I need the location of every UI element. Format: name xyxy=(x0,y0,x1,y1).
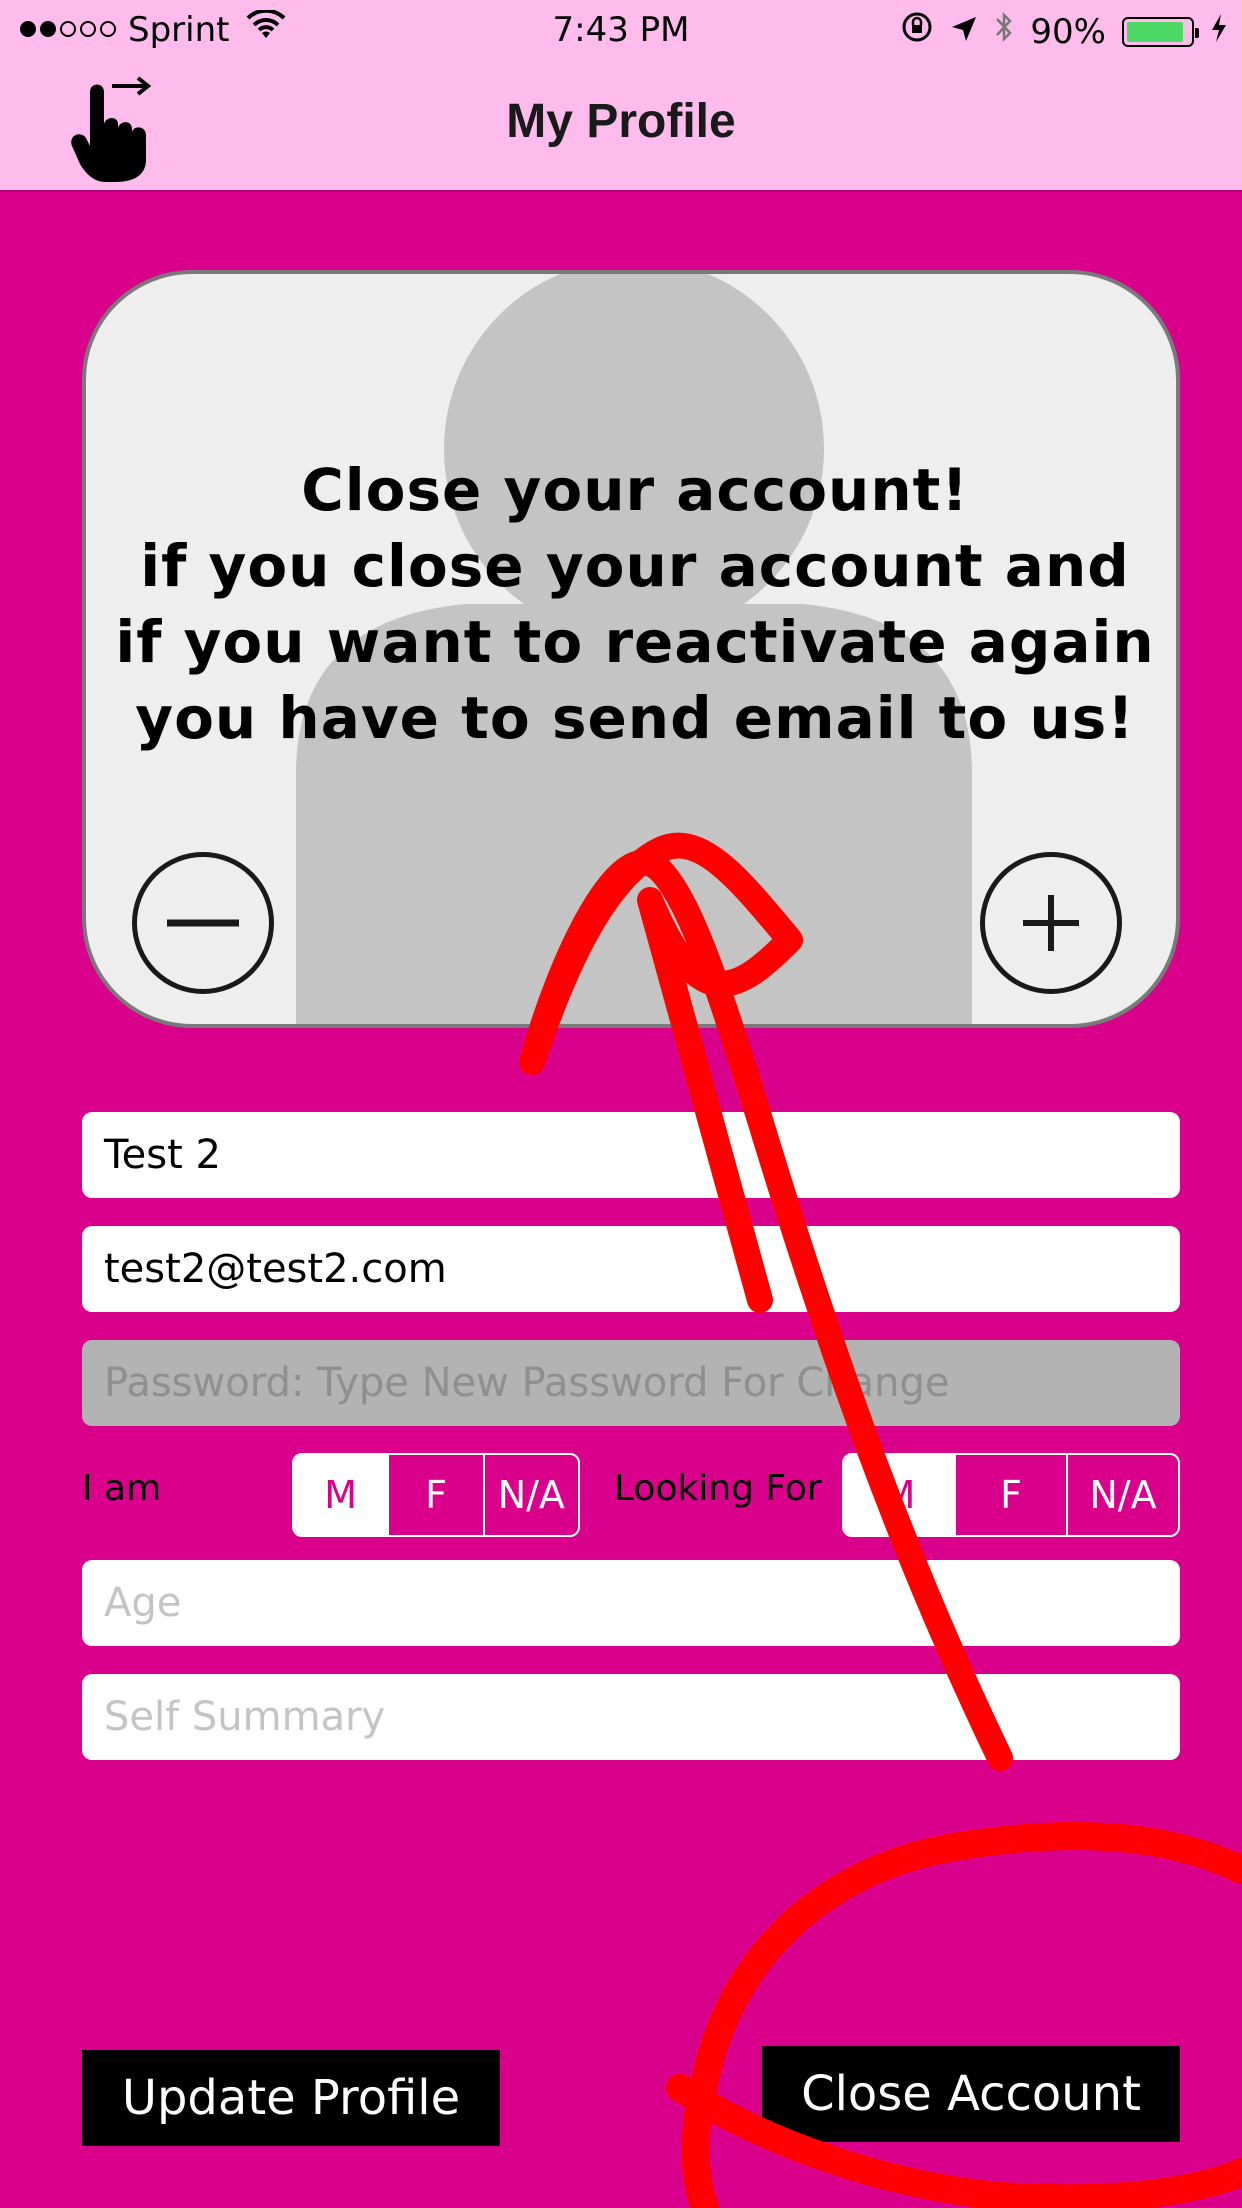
bluetooth-icon xyxy=(994,10,1014,53)
location-arrow-icon xyxy=(950,12,978,52)
rotation-lock-icon xyxy=(900,10,934,53)
looking-for-label: Looking For xyxy=(614,1468,822,1509)
looking-option-m[interactable]: M xyxy=(844,1455,954,1535)
battery-level xyxy=(1127,21,1183,42)
update-profile-button[interactable]: Update Profile xyxy=(82,2050,500,2146)
nav-bar: My Profile xyxy=(0,62,1242,192)
name-field[interactable]: Test 2 xyxy=(82,1112,1180,1198)
close-account-button[interactable]: Close Account xyxy=(762,2046,1180,2142)
looking-for-segmented-control[interactable]: M F N/A xyxy=(842,1453,1180,1537)
charging-bolt-icon xyxy=(1210,12,1228,52)
annotation-circle xyxy=(666,1822,1242,2208)
notice-line: if you close your account and xyxy=(140,532,1130,600)
iam-segmented-control[interactable]: M F N/A xyxy=(292,1453,580,1537)
minus-icon xyxy=(167,919,239,927)
email-field[interactable]: test2@test2.com xyxy=(82,1226,1180,1312)
password-field[interactable]: Password: Type New Password For Change xyxy=(82,1340,1180,1426)
looking-option-na[interactable]: N/A xyxy=(1066,1455,1178,1535)
age-field[interactable]: Age xyxy=(82,1560,1180,1646)
iam-option-na[interactable]: N/A xyxy=(482,1455,578,1535)
notice-line: you have to send email to us! xyxy=(135,684,1135,752)
notice-line: if you want to reactivate again xyxy=(115,608,1155,676)
notice-line: Close your account! xyxy=(301,456,969,524)
status-bar: Sprint 7:43 PM 90% xyxy=(0,0,1242,62)
looking-option-f[interactable]: F xyxy=(954,1455,1066,1535)
status-right: 90% xyxy=(900,10,1228,53)
iam-label: I am xyxy=(82,1468,162,1509)
close-account-notice: Close your account! if you close your ac… xyxy=(86,452,1176,756)
remove-photo-button[interactable] xyxy=(132,852,274,994)
iam-option-f[interactable]: F xyxy=(387,1455,482,1535)
iam-option-m[interactable]: M xyxy=(294,1455,388,1535)
profile-photo-card[interactable]: Close your account! if you close your ac… xyxy=(82,270,1180,1028)
add-photo-button[interactable] xyxy=(980,852,1122,994)
plus-icon xyxy=(1023,895,1079,951)
page-title: My Profile xyxy=(506,95,736,148)
self-summary-field[interactable]: Self Summary xyxy=(82,1674,1180,1760)
battery-icon xyxy=(1122,16,1199,47)
battery-percent: 90% xyxy=(1030,11,1106,52)
